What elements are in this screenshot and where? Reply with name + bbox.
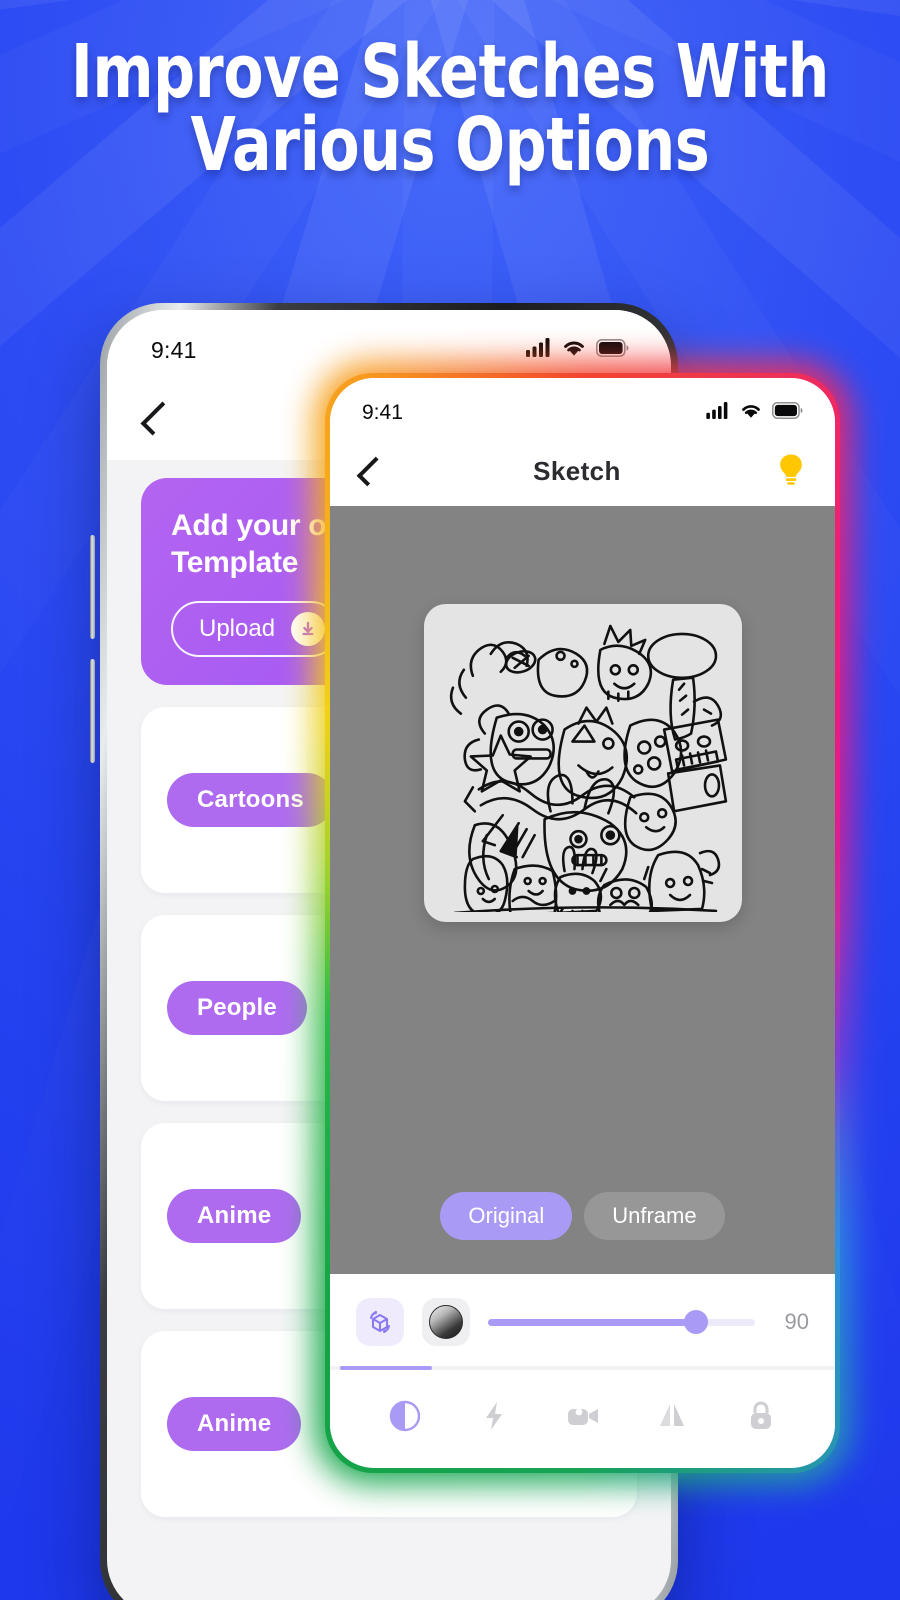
template-label: Anime [167, 1397, 302, 1452]
mode-toggle-group: Original Unframe [330, 1192, 835, 1240]
front-nav-bar: Sketch [330, 436, 835, 506]
sketch-artwork[interactable] [423, 604, 742, 922]
battery-full-icon [772, 402, 803, 424]
slider-thumb[interactable] [684, 1310, 709, 1334]
cellular-bars-icon [526, 338, 552, 362]
battery-full-icon [596, 338, 629, 362]
flash-icon[interactable] [449, 1399, 538, 1433]
page-title: Sketch [533, 455, 621, 486]
status-time: 9:41 [151, 336, 197, 363]
mode-unframe-button[interactable]: Unframe [584, 1192, 725, 1240]
template-label: Cartoons [167, 773, 334, 828]
sketch-canvas: Original Unframe [330, 506, 835, 1274]
cellular-bars-icon [706, 402, 730, 424]
video-camera-icon[interactable] [538, 1399, 627, 1433]
lock-icon[interactable] [716, 1399, 805, 1433]
front-phone-device: 9:41 Sketch Original Unframe 90 [314, 362, 851, 1484]
page-headline: Improve Sketches With Various Options [71, 29, 829, 189]
volume-up-button[interactable] [90, 535, 95, 639]
front-phone-screen: 9:41 Sketch Original Unframe 90 [330, 378, 835, 1468]
upload-button-label: Upload [199, 615, 276, 643]
flip-mirror-icon[interactable] [627, 1399, 716, 1433]
chevron-left-icon[interactable] [356, 456, 387, 486]
toolbar-indicator-row [330, 1366, 835, 1370]
rotate-3d-cube-icon[interactable] [356, 1298, 404, 1346]
contrast-icon[interactable] [360, 1399, 449, 1433]
chevron-left-icon[interactable] [140, 401, 175, 435]
template-label: Anime [167, 1189, 302, 1244]
wifi-icon [739, 402, 763, 424]
wifi-icon [561, 338, 587, 362]
adjust-panel: 90 [330, 1274, 835, 1366]
active-tab-indicator [340, 1366, 432, 1370]
lightbulb-icon[interactable] [775, 452, 807, 491]
template-label: People [167, 981, 307, 1036]
intensity-slider[interactable] [488, 1310, 755, 1334]
volume-down-button[interactable] [90, 659, 95, 763]
bottom-toolbar [330, 1370, 835, 1462]
mode-original-button[interactable]: Original [440, 1192, 573, 1240]
gradient-swatch [429, 1305, 463, 1339]
slider-value: 90 [784, 1309, 809, 1334]
gradient-circle-icon[interactable] [422, 1298, 470, 1346]
front-status-bar: 9:41 [330, 378, 835, 436]
slider-fill [488, 1318, 697, 1326]
status-time: 9:41 [362, 401, 403, 424]
